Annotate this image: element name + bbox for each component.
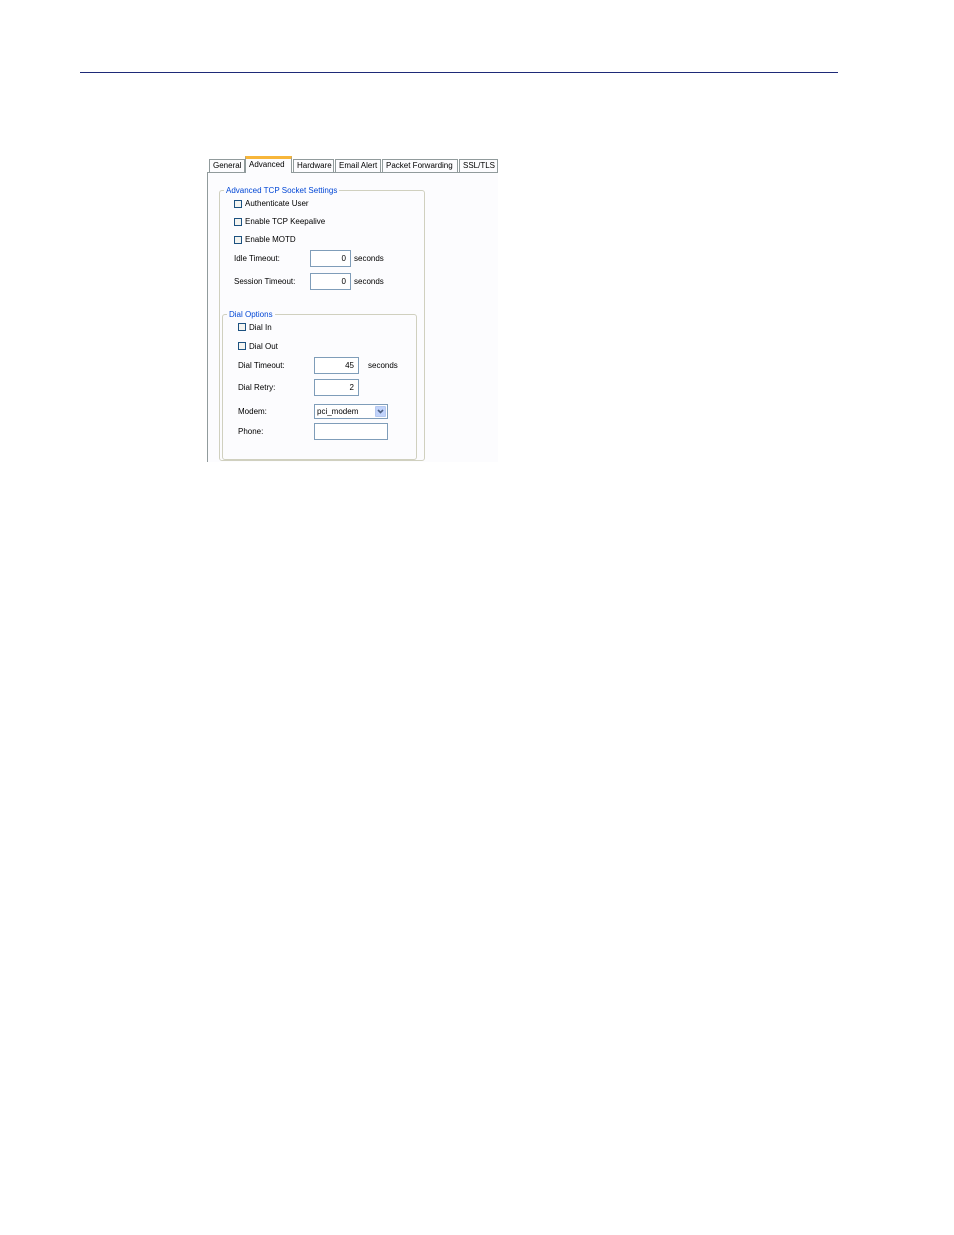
tab-general[interactable]: General — [209, 159, 245, 172]
enable-motd-checkbox[interactable] — [234, 236, 242, 244]
modem-label: Modem: — [238, 407, 267, 416]
tab-email-alert[interactable]: Email Alert — [335, 159, 381, 172]
port-settings-dialog: General Advanced Hardware Email Alert Pa… — [207, 156, 498, 462]
dial-timeout-input[interactable]: 45 — [314, 357, 359, 374]
dial-in-checkbox[interactable] — [238, 323, 246, 331]
phone-input[interactable] — [314, 423, 388, 440]
modem-select[interactable]: pci_modem — [314, 404, 388, 419]
session-timeout-label: Session Timeout: — [234, 277, 296, 286]
idle-timeout-input[interactable]: 0 — [310, 250, 351, 267]
session-timeout-input[interactable]: 0 — [310, 273, 351, 290]
group-title: Advanced TCP Socket Settings — [226, 186, 338, 195]
enable-tcp-keepalive-checkbox[interactable] — [234, 218, 242, 226]
idle-timeout-unit: seconds — [354, 254, 384, 263]
dial-out-checkbox[interactable] — [238, 342, 246, 350]
authenticate-user-checkbox[interactable] — [234, 200, 242, 208]
tab-ssl-tls[interactable]: SSL/TLS — [459, 159, 498, 172]
dial-retry-input[interactable]: 2 — [314, 379, 359, 396]
modem-select-value: pci_modem — [317, 407, 359, 416]
dial-in-label: Dial In — [249, 323, 272, 332]
dial-retry-label: Dial Retry: — [238, 383, 276, 392]
idle-timeout-label: Idle Timeout: — [234, 254, 280, 263]
tab-bar: General Advanced Hardware Email Alert Pa… — [207, 156, 498, 173]
page-header-rule — [80, 72, 838, 73]
group-title: Dial Options — [229, 310, 273, 319]
enable-motd-label: Enable MOTD — [245, 235, 296, 244]
advanced-tab-panel: Advanced TCP Socket Settings Authenticat… — [207, 172, 498, 462]
dial-timeout-unit: seconds — [368, 361, 398, 370]
tab-packet-forwarding[interactable]: Packet Forwarding — [382, 159, 458, 172]
phone-label: Phone: — [238, 427, 264, 436]
enable-tcp-keepalive-label: Enable TCP Keepalive — [245, 217, 326, 226]
authenticate-user-label: Authenticate User — [245, 199, 309, 208]
dial-timeout-label: Dial Timeout: — [238, 361, 285, 370]
dial-out-label: Dial Out — [249, 342, 278, 351]
session-timeout-unit: seconds — [354, 277, 384, 286]
chevron-down-icon[interactable] — [375, 406, 386, 417]
tab-hardware[interactable]: Hardware — [293, 159, 334, 172]
tab-advanced[interactable]: Advanced — [245, 156, 292, 173]
